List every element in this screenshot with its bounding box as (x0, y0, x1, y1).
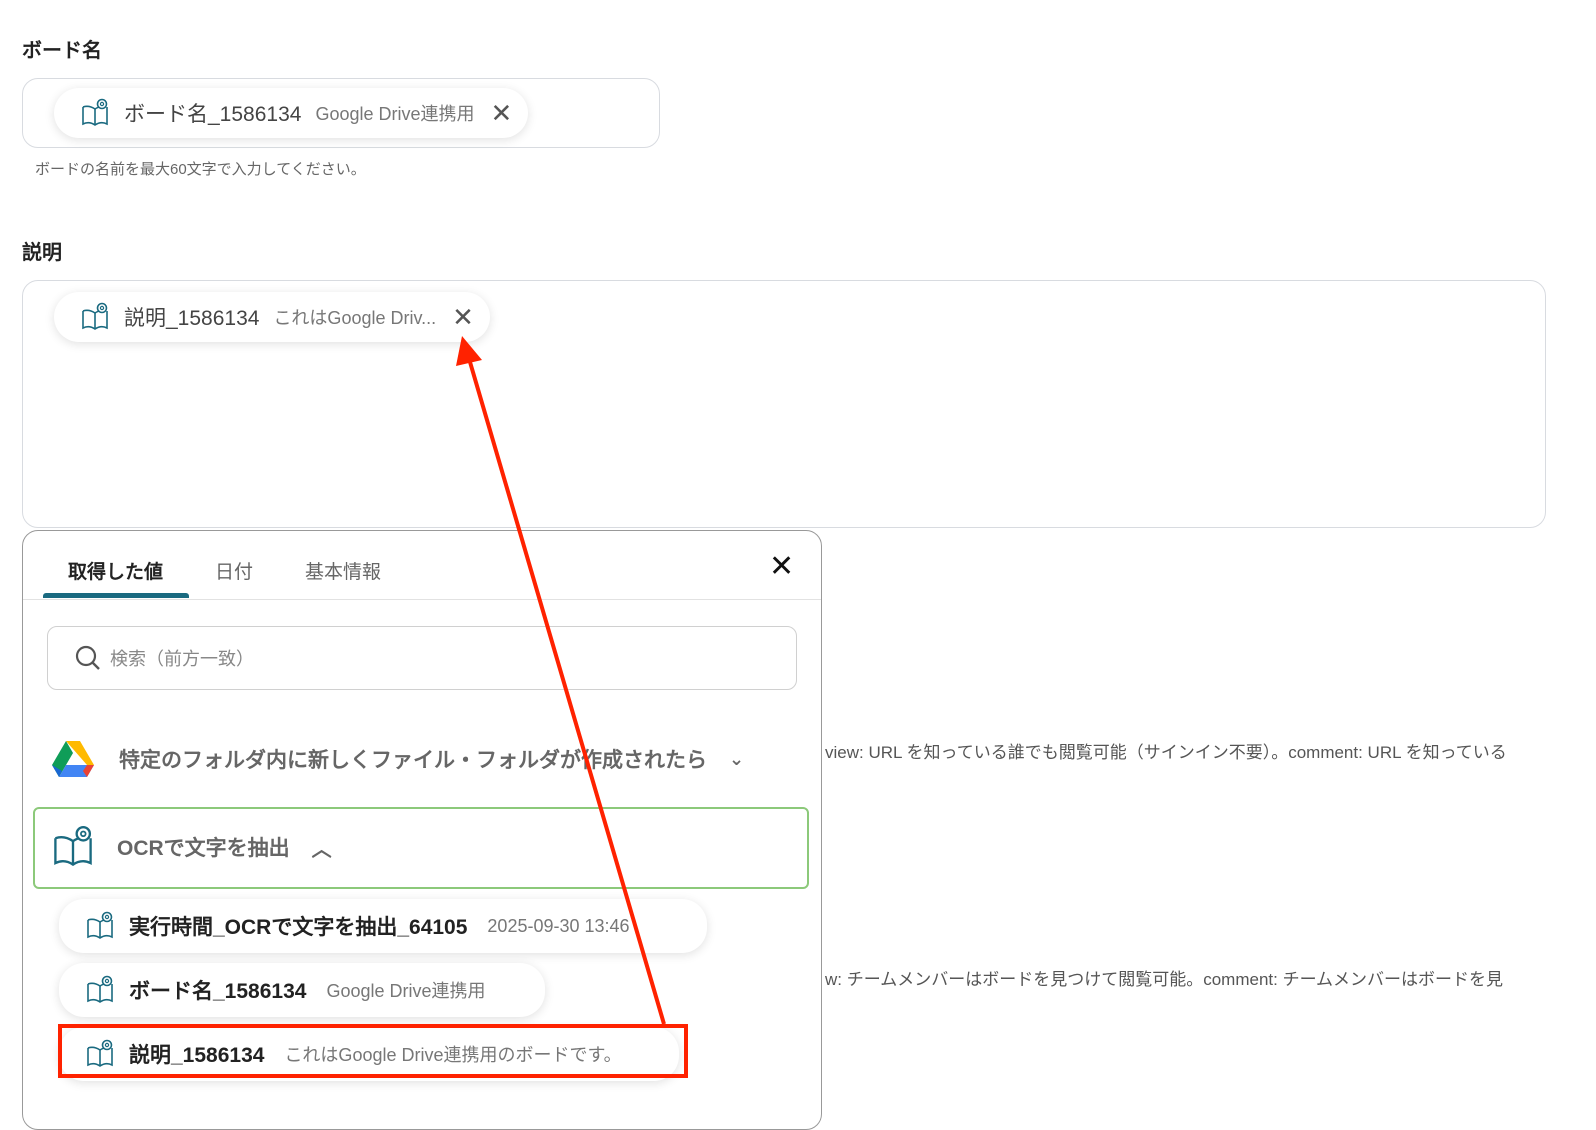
annotation-arrow (456, 336, 666, 1025)
